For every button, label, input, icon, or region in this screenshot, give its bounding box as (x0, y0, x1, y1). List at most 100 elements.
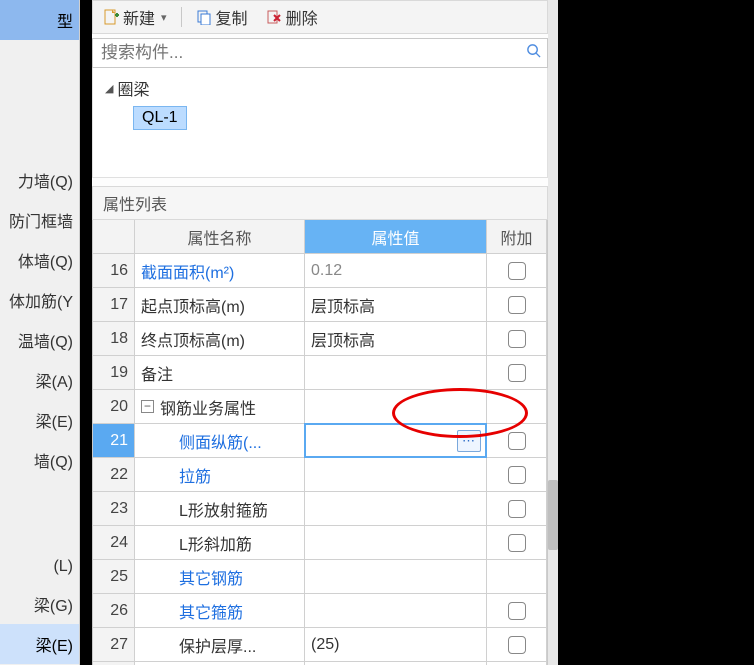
tree-root[interactable]: ◢ 圈梁 (105, 74, 547, 102)
property-name: 其它钢筋 (135, 560, 305, 594)
property-value[interactable] (305, 390, 487, 424)
append-checkbox[interactable] (508, 500, 526, 518)
table-row[interactable]: 23L形放射箍筋 (93, 492, 547, 526)
table-row[interactable]: 24L形斜加筋 (93, 526, 547, 560)
left-nav-item[interactable]: 型 (0, 0, 79, 40)
row-number: 20 (93, 390, 135, 424)
copy-icon (196, 9, 212, 25)
append-checkbox[interactable] (508, 432, 526, 450)
table-row[interactable]: 26其它箍筋 (93, 594, 547, 628)
delete-button[interactable]: 删除 (262, 3, 322, 31)
table-row[interactable]: 27保护层厚...(25) (93, 628, 547, 662)
left-nav-item[interactable]: 力墙(Q) (0, 160, 79, 200)
property-value[interactable]: ⋯ (304, 423, 487, 458)
append-checkbox[interactable] (508, 296, 526, 314)
component-tree: ◢ 圈梁 QL-1 (92, 68, 548, 178)
property-value[interactable]: 层顶标高 (305, 322, 487, 356)
left-nav-item[interactable]: 梁(E) (0, 400, 79, 440)
property-name: 终点顶标高(m) (135, 322, 305, 356)
property-name: 备注 (135, 356, 305, 390)
property-name: 截面面积(m²) (135, 254, 305, 288)
col-num-header (93, 220, 135, 254)
toolbar-separator (181, 7, 182, 27)
delete-icon (266, 9, 282, 25)
tree-item-selected[interactable]: QL-1 (133, 106, 187, 130)
property-value[interactable] (305, 526, 487, 560)
property-value[interactable] (305, 492, 487, 526)
append-cell (487, 356, 547, 390)
property-name: 侧面纵筋(... (135, 424, 305, 458)
property-value[interactable]: (25) (305, 628, 487, 662)
row-number: 26 (93, 594, 135, 628)
row-number: 16 (93, 254, 135, 288)
row-number: 17 (93, 288, 135, 322)
scrollbar-thumb[interactable] (548, 480, 558, 550)
append-cell (487, 492, 547, 526)
append-checkbox[interactable] (508, 602, 526, 620)
collapse-toggle-icon[interactable]: − (141, 400, 154, 413)
row-number: 19 (93, 356, 135, 390)
table-row[interactable]: 18终点顶标高(m)层顶标高 (93, 322, 547, 356)
append-checkbox[interactable] (508, 364, 526, 382)
left-nav-item[interactable]: 温墙(Q) (0, 320, 79, 360)
row-number: 25 (93, 560, 135, 594)
more-button[interactable]: ⋯ (457, 430, 481, 452)
property-value[interactable]: 层顶标高 (305, 288, 487, 322)
table-row[interactable]: 19备注 (93, 356, 547, 390)
left-nav-item[interactable]: 梁(G) (0, 584, 79, 624)
new-file-icon (103, 9, 119, 25)
property-name: L形放射箍筋 (135, 492, 305, 526)
property-value[interactable]: 0.12 (305, 254, 487, 288)
new-button[interactable]: 新建 ▾ (99, 3, 171, 31)
property-name: 拉筋 (135, 458, 305, 492)
search-icon[interactable] (519, 43, 547, 63)
col-add-header: 附加 (487, 220, 547, 254)
append-cell (487, 458, 547, 492)
search-input[interactable] (93, 43, 519, 63)
append-checkbox[interactable] (508, 262, 526, 280)
row-number: 27 (93, 628, 135, 662)
row-number: 22 (93, 458, 135, 492)
append-cell (487, 560, 547, 594)
tree-root-label: 圈梁 (117, 76, 149, 100)
property-name: 保护层厚... (135, 628, 305, 662)
table-row[interactable]: 21侧面纵筋(...⋯ (93, 424, 547, 458)
vertical-scrollbar[interactable] (548, 0, 558, 665)
property-name: 起点顶标高(m) (135, 288, 305, 322)
left-nav-item[interactable]: 防门框墙 (0, 200, 79, 240)
table-row[interactable]: 16截面面积(m²)0.12 (93, 254, 547, 288)
left-nav-item[interactable]: 梁(E) (0, 624, 79, 664)
property-value[interactable] (305, 356, 487, 390)
property-value[interactable] (305, 458, 487, 492)
append-checkbox[interactable] (508, 534, 526, 552)
copy-label: 复制 (216, 5, 248, 29)
new-label: 新建 (123, 5, 155, 29)
append-cell (487, 322, 547, 356)
append-cell (487, 288, 547, 322)
copy-button[interactable]: 复制 (192, 3, 252, 31)
left-nav-item[interactable]: 体加筋(Y (0, 280, 79, 320)
left-nav-item[interactable]: 墙(Q) (0, 440, 79, 480)
append-cell (487, 254, 547, 288)
append-checkbox[interactable] (508, 330, 526, 348)
table-row[interactable]: 17起点顶标高(m)层顶标高 (93, 288, 547, 322)
grid-header: 属性名称 属性值 附加 (93, 220, 547, 254)
property-value[interactable] (305, 560, 487, 594)
property-name: L形斜加筋 (135, 526, 305, 560)
table-row[interactable]: 25其它钢筋 (93, 560, 547, 594)
table-row[interactable]: 22拉筋 (93, 458, 547, 492)
append-checkbox[interactable] (508, 636, 526, 654)
property-name: 其它箍筋 (135, 594, 305, 628)
property-panel-title: 属性列表 (92, 186, 548, 220)
collapse-icon[interactable]: ◢ (105, 82, 113, 95)
append-checkbox[interactable] (508, 466, 526, 484)
col-value-header[interactable]: 属性值 (305, 220, 487, 254)
left-nav-item[interactable]: 体墙(Q) (0, 240, 79, 280)
left-nav-item[interactable]: (L) (0, 550, 79, 584)
append-cell (487, 594, 547, 628)
table-row[interactable]: 20−钢筋业务属性 (93, 390, 547, 424)
property-value[interactable] (305, 594, 487, 628)
search-bar (92, 38, 548, 68)
left-nav-item[interactable]: 梁(A) (0, 360, 79, 400)
row-number: 24 (93, 526, 135, 560)
